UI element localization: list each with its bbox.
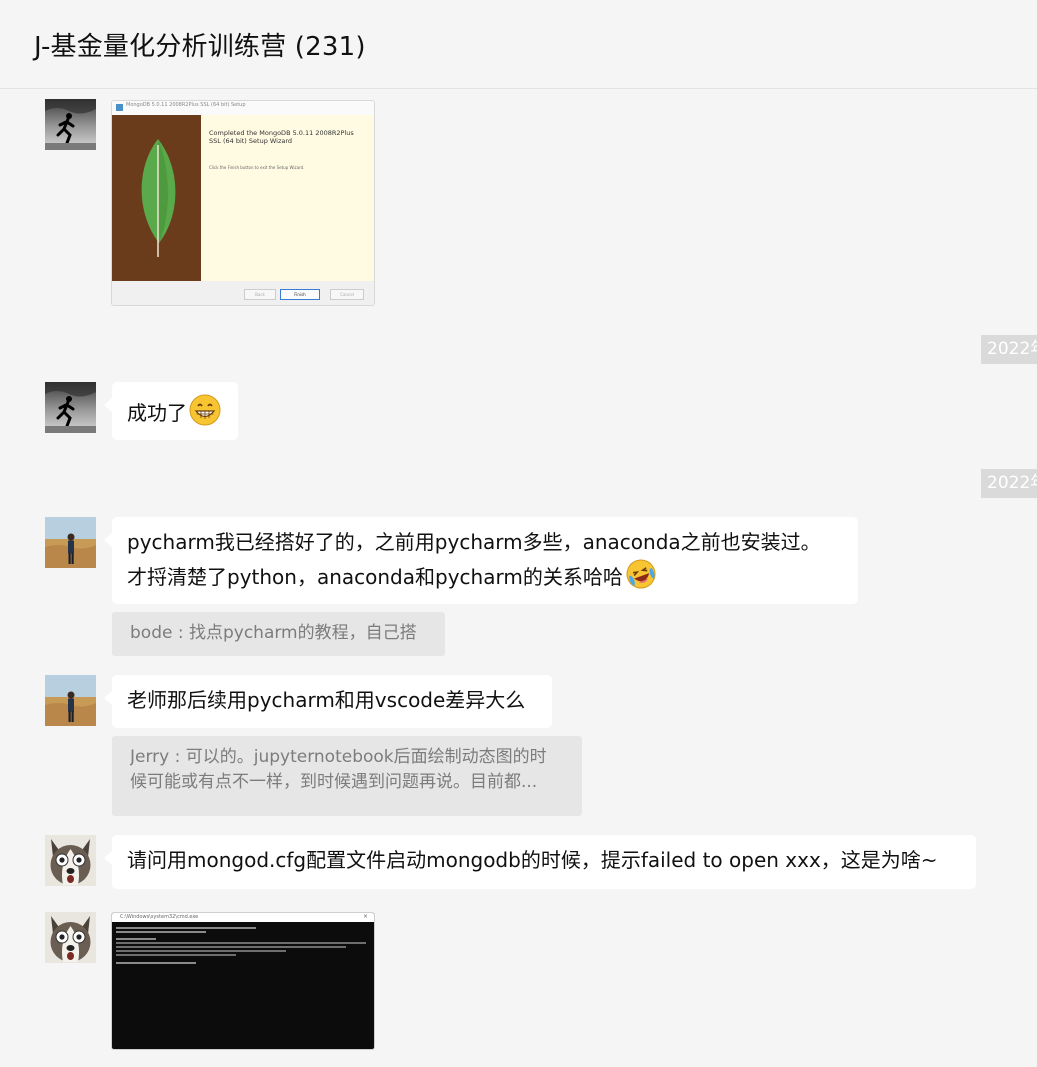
terminal-titlebar: C:\Windows\system32\cmd.exe × xyxy=(112,913,374,922)
setup-content-panel: Completed the MongoDB 5.0.11 2008R2Plus … xyxy=(201,115,374,281)
quoted-text-line: 候可能或有点不一样，到时候遇到问题再说。目前都... xyxy=(130,772,538,792)
message-bubble[interactable]: 成功了 xyxy=(104,382,238,440)
setup-button-bar: Back Finish Cancel xyxy=(112,281,374,305)
runner-avatar[interactable] xyxy=(45,382,96,433)
timestamp: 2022年 xyxy=(981,335,1037,364)
message-bubble[interactable]: 老师那后续用pycharm和用vscode差异大么 xyxy=(104,675,552,728)
timestamp: 2022年 xyxy=(981,469,1037,498)
quoted-reply[interactable]: Jerry : 可以的。jupyternotebook后面绘制动态图的时 候可能… xyxy=(112,736,582,816)
setup-finish-button: Finish xyxy=(280,289,320,300)
message-bubble[interactable]: pycharm我已经搭好了的，之前用pycharm多些，anaconda之前也安… xyxy=(104,517,858,604)
mongodb-leaf-panel xyxy=(112,115,201,281)
message-text: 成功了 xyxy=(127,401,187,425)
message-text-line: pycharm我已经搭好了的，之前用pycharm多些，anaconda之前也安… xyxy=(127,530,821,554)
message-text-line: 才捋清楚了python，anaconda和pycharm的关系哈哈 xyxy=(127,565,623,589)
chat-title: J-基金量化分析训练营 (231) xyxy=(34,32,366,62)
terminal-screenshot[interactable]: C:\Windows\system32\cmd.exe × xyxy=(111,912,375,1050)
setup-title-text: MongoDB 5.0.11 2008R2Plus SSL (64 bit) S… xyxy=(126,102,246,108)
terminal-output xyxy=(116,925,368,966)
chat-header: J-基金量化分析训练营 (231) xyxy=(0,0,1037,89)
runner-avatar[interactable] xyxy=(45,99,96,150)
message-text: 请问用mongod.cfg配置文件启动mongodb的时候，提示failed t… xyxy=(127,848,938,872)
setup-body: Click the Finish button to exit the Setu… xyxy=(209,165,305,170)
setup-heading: Completed the MongoDB 5.0.11 2008R2Plus … xyxy=(209,129,354,145)
grin-emoji xyxy=(189,394,221,435)
husky-avatar[interactable] xyxy=(45,835,96,886)
quoted-reply[interactable]: bode : 找点pycharm的教程，自己搭 xyxy=(112,612,445,656)
mongodb-leaf-icon xyxy=(141,139,176,257)
message-bubble[interactable]: 请问用mongod.cfg配置文件启动mongodb的时候，提示failed t… xyxy=(104,835,976,889)
laugh-tears-emoji xyxy=(625,558,657,599)
field-avatar[interactable] xyxy=(45,517,96,568)
setup-cancel-button: Cancel xyxy=(330,289,364,300)
terminal-close-icon: × xyxy=(362,913,368,920)
husky-avatar[interactable] xyxy=(45,912,96,963)
quoted-text: bode : 找点pycharm的教程，自己搭 xyxy=(130,623,417,643)
message-text: 老师那后续用pycharm和用vscode差异大么 xyxy=(127,688,526,712)
setup-app-icon xyxy=(116,104,123,111)
quoted-text-line: Jerry : 可以的。jupyternotebook后面绘制动态图的时 xyxy=(130,747,547,767)
mongodb-setup-screenshot[interactable]: MongoDB 5.0.11 2008R2Plus SSL (64 bit) S… xyxy=(111,100,375,306)
field-avatar[interactable] xyxy=(45,675,96,726)
setup-back-button: Back xyxy=(244,289,276,300)
terminal-title-text: C:\Windows\system32\cmd.exe xyxy=(120,914,199,920)
setup-titlebar: MongoDB 5.0.11 2008R2Plus SSL (64 bit) S… xyxy=(112,101,374,115)
